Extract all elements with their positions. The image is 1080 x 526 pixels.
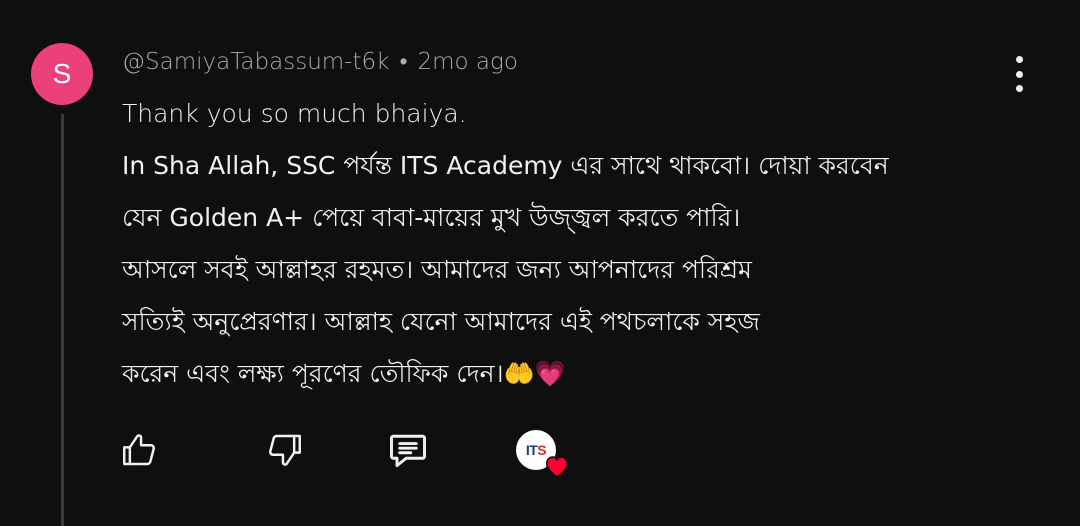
comment-meta: @SamiyaTabassum-t6k • 2mo ago: [122, 48, 518, 75]
comment-line: আসলে সবই আল্লাহর রহমত। আমাদের জন্য আপনাদ…: [122, 255, 752, 284]
reply-button[interactable]: [386, 428, 430, 472]
reply-comment-icon: [390, 434, 426, 468]
comment-line: Thank you so much bhaiya.: [122, 99, 467, 128]
avatar[interactable]: S: [31, 43, 93, 105]
thumbs-up-icon: [123, 434, 155, 466]
thumbs-down-icon: [269, 434, 301, 466]
comment-line: সত্যিই অনুপ্রেরণার। আল্লাহ যেনো আমাদের এ…: [122, 307, 760, 336]
comment-line: করেন এবং লক্ষ্য পূরণের তৌফিক দেন।🤲💗: [122, 359, 566, 388]
meta-separator: •: [399, 49, 408, 75]
comment-time: 2mo ago: [417, 49, 518, 75]
comment-text: Thank you so much bhaiya. In Sha Allah, …: [122, 88, 1042, 400]
more-vertical-icon[interactable]: [1004, 56, 1034, 92]
creator-avatar: ITS: [516, 430, 569, 478]
like-button[interactable]: [118, 428, 162, 472]
thread-line: [61, 114, 64, 526]
creator-avatar-text: IT: [525, 442, 538, 458]
dislike-button[interactable]: [262, 428, 306, 472]
creator-heart-badge: ITS: [514, 428, 569, 478]
avatar-letter: S: [52, 58, 72, 89]
author-handle[interactable]: @SamiyaTabassum-t6k: [122, 49, 389, 75]
heart-icon: [545, 456, 569, 478]
comment-line: যেন Golden A+ পেয়ে বাবা-মায়ের মুখ উজ্জ…: [122, 203, 741, 232]
comment-line: In Sha Allah, SSC পর্যন্ত ITS Academy এর…: [122, 151, 889, 180]
